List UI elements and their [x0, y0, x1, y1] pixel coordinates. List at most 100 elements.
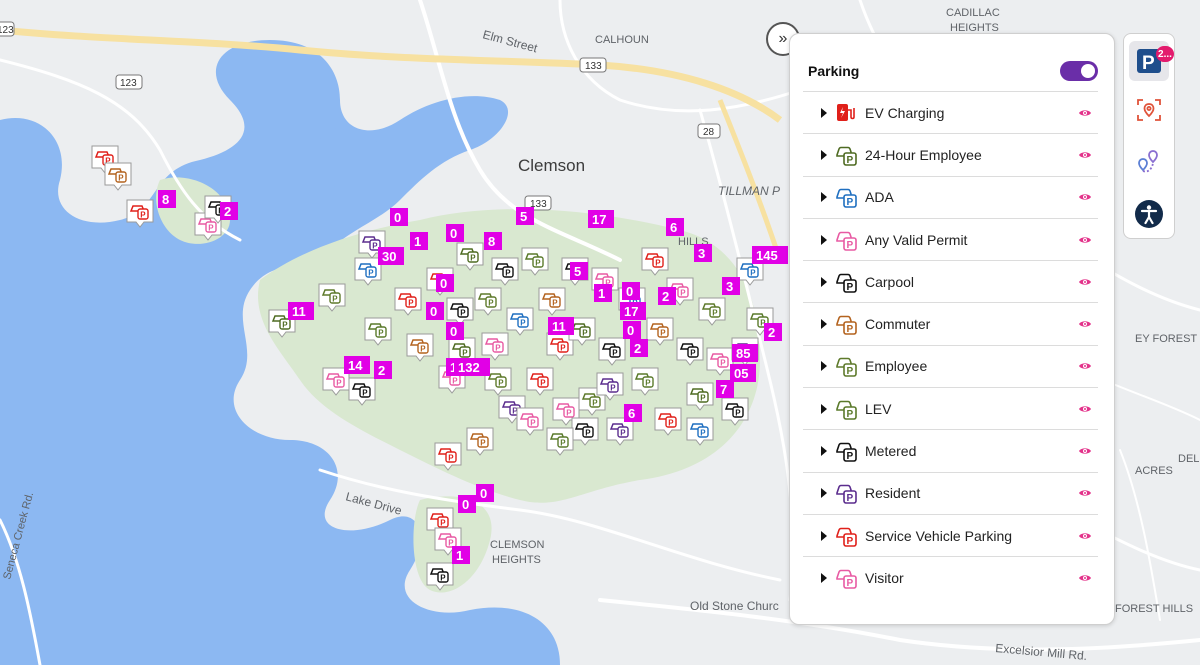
layer-item-metered[interactable]: P Metered	[803, 429, 1098, 471]
eye-visibility-icon[interactable]	[1078, 486, 1092, 500]
cluster-count-badge[interactable]: 0	[446, 224, 464, 242]
location-scan-button[interactable]	[1129, 90, 1169, 130]
cluster-count-badge[interactable]: 7	[716, 380, 734, 398]
cluster-count-badge[interactable]: 2	[658, 287, 676, 305]
cluster-count-badge[interactable]: 0	[458, 495, 476, 513]
cluster-count-badge[interactable]: 1	[594, 284, 612, 302]
eye-visibility-icon[interactable]	[1078, 148, 1092, 162]
parking-toggle[interactable]	[1060, 61, 1098, 81]
expand-caret-icon[interactable]	[821, 107, 827, 118]
layer-item-resident[interactable]: P Resident	[803, 471, 1098, 514]
svg-text:7: 7	[720, 382, 727, 397]
cluster-count-badge[interactable]: 5	[570, 262, 588, 280]
expand-caret-icon[interactable]	[821, 572, 827, 583]
svg-text:P: P	[362, 388, 368, 397]
eye-visibility-icon[interactable]	[1078, 317, 1092, 331]
layer-item-service-vehicle-parking[interactable]: P Service Vehicle Parking	[803, 513, 1098, 556]
eye-visibility-icon[interactable]	[1078, 529, 1092, 543]
svg-text:133: 133	[585, 61, 602, 72]
layer-item-employee[interactable]: P Employee	[803, 344, 1098, 387]
svg-text:6: 6	[670, 220, 677, 235]
expand-caret-icon[interactable]	[821, 361, 827, 372]
eye-visibility-icon[interactable]	[1078, 233, 1092, 247]
svg-text:0: 0	[627, 323, 634, 338]
cluster-count-badge[interactable]: 3	[722, 277, 740, 295]
accessibility-button[interactable]	[1129, 194, 1169, 234]
eye-visibility-icon[interactable]	[1078, 106, 1092, 120]
expand-caret-icon[interactable]	[821, 403, 827, 414]
cluster-count-badge[interactable]: 0	[476, 484, 494, 502]
route-shield-123: 123	[115, 74, 143, 90]
cluster-count-badge[interactable]: 0	[622, 282, 640, 300]
layer-item-carpool[interactable]: P Carpool	[803, 260, 1098, 302]
cluster-count-badge[interactable]: 2	[374, 361, 392, 379]
cluster-count-badge[interactable]: 8	[158, 190, 176, 208]
cluster-count-badge[interactable]: 132	[454, 358, 490, 376]
svg-text:6: 6	[628, 406, 635, 421]
eye-visibility-icon[interactable]	[1078, 444, 1092, 458]
svg-text:P: P	[498, 378, 504, 387]
cluster-count-badge[interactable]: 5	[516, 207, 534, 225]
svg-text:P: P	[368, 268, 374, 277]
cluster-count-badge[interactable]: 11	[548, 317, 574, 335]
eye-visibility-icon[interactable]	[1078, 359, 1092, 373]
label-calhoun: CALHOUN	[595, 34, 649, 46]
expand-caret-icon[interactable]	[821, 530, 827, 541]
cluster-count-badge[interactable]: 1	[452, 546, 470, 564]
svg-text:P: P	[520, 318, 526, 327]
eye-visibility-icon[interactable]	[1078, 402, 1092, 416]
route-pins-icon	[1138, 150, 1158, 173]
expand-caret-icon[interactable]	[821, 192, 827, 203]
cluster-count-badge[interactable]: 17	[620, 302, 646, 320]
svg-text:5: 5	[520, 209, 527, 224]
cluster-count-badge[interactable]: 30	[378, 247, 404, 265]
cluster-count-badge[interactable]: 85	[732, 344, 758, 362]
svg-text:P: P	[847, 451, 854, 462]
cluster-count-badge[interactable]: 2	[630, 339, 648, 357]
expand-caret-icon[interactable]	[821, 446, 827, 457]
layer-item-ev-charging[interactable]: EV Charging	[803, 91, 1098, 133]
cluster-count-badge[interactable]: 2	[764, 323, 782, 341]
layer-item-24-hour-employee[interactable]: P 24-Hour Employee	[803, 133, 1098, 175]
cluster-count-badge[interactable]: 0	[623, 321, 641, 339]
eye-visibility-icon[interactable]	[1078, 275, 1092, 289]
route-pins-button[interactable]	[1129, 142, 1169, 182]
cluster-count-badge[interactable]: 8	[484, 232, 502, 250]
cluster-count-badge[interactable]: 3	[694, 244, 712, 262]
svg-text:P: P	[282, 320, 288, 329]
layer-item-ada[interactable]: P ADA	[803, 175, 1098, 218]
cluster-count-badge[interactable]: 145	[752, 246, 788, 264]
cluster-count-badge[interactable]: 0	[436, 274, 454, 292]
cluster-count-badge[interactable]: 6	[666, 218, 684, 236]
layer-item-any-valid-permit[interactable]: P Any Valid Permit	[803, 217, 1098, 260]
expand-caret-icon[interactable]	[821, 319, 827, 330]
cluster-count-badge[interactable]: 11	[288, 302, 314, 320]
eye-visibility-icon[interactable]	[1078, 571, 1092, 585]
cluster-count-badge[interactable]: 05	[730, 364, 756, 382]
svg-text:0: 0	[440, 276, 447, 291]
expand-caret-icon[interactable]	[821, 149, 827, 160]
parking-commuter-icon: P	[836, 315, 857, 335]
svg-text:P: P	[408, 298, 414, 307]
expand-caret-icon[interactable]	[821, 488, 827, 499]
cluster-count-badge[interactable]: 0	[390, 208, 408, 226]
cluster-count-badge[interactable]: 17	[588, 210, 614, 228]
svg-text:30: 30	[382, 249, 396, 264]
cluster-count-badge[interactable]: 1	[410, 232, 428, 250]
cluster-count-badge[interactable]: 0	[446, 322, 464, 340]
parking-layer-button[interactable]: P 2...	[1129, 41, 1174, 81]
toggle-knob	[1081, 64, 1095, 78]
cluster-count-badge[interactable]: 14	[344, 356, 370, 374]
layer-item-commuter[interactable]: P Commuter	[803, 302, 1098, 344]
accessibility-icon	[1135, 200, 1163, 228]
expand-caret-icon[interactable]	[821, 234, 827, 245]
cluster-count-badge[interactable]: 6	[624, 404, 642, 422]
expand-caret-icon[interactable]	[821, 276, 827, 287]
cluster-count-badge[interactable]: 2	[220, 202, 238, 220]
layer-label: EV Charging	[865, 104, 945, 121]
eye-visibility-icon[interactable]	[1078, 190, 1092, 204]
svg-text:P: P	[505, 268, 511, 277]
layer-item-visitor[interactable]: P Visitor	[803, 556, 1098, 598]
layer-item-lev[interactable]: P LEV	[803, 387, 1098, 429]
cluster-count-badge[interactable]: 0	[426, 302, 444, 320]
